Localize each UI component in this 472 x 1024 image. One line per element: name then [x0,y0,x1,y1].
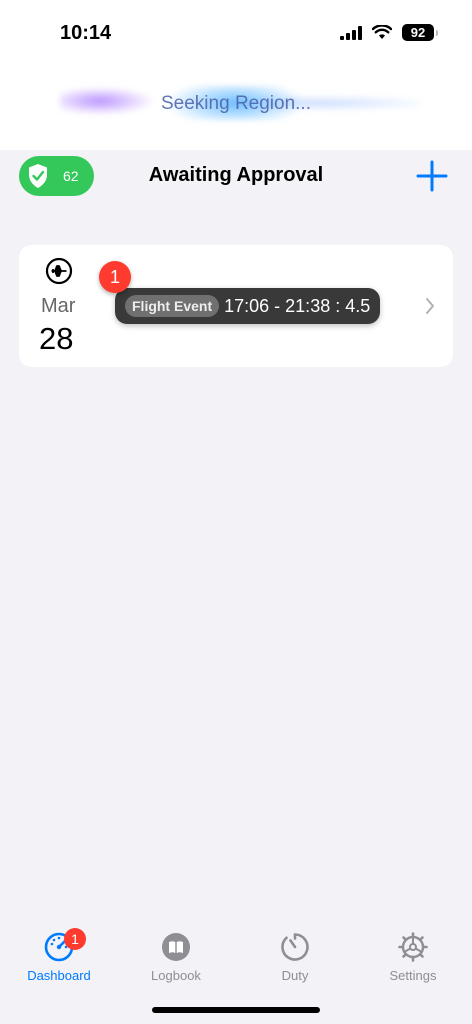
event-month: Mar [41,295,76,317]
top-area: 10:14 92 Seeking Region... [0,0,472,150]
cellular-signal-icon [340,25,362,40]
home-indicator [152,1007,320,1013]
notification-badge: 1 [99,261,131,293]
timer-icon [281,933,309,961]
tab-dashboard[interactable]: 1 Dashboard [4,928,114,983]
event-times: 17:06 - 21:38 : 4.5 [224,295,371,316]
book-icon [162,933,190,961]
chevron-right-icon [426,298,434,314]
tab-duty[interactable]: Duty [240,932,350,983]
event-day: 28 [39,321,74,356]
status-icons: 92 [340,24,438,41]
status-time: 10:14 [60,22,112,44]
wifi-icon [372,25,392,39]
add-button[interactable] [416,160,448,192]
page-title: Awaiting Approval [148,164,324,186]
airplane-icon [45,257,73,285]
tab-logbook[interactable]: Logbook [121,932,231,983]
flight-event-summary[interactable]: Flight Event 17:06 - 21:38 : 4.5 [115,288,380,324]
tab-label-settings: Settings [389,968,437,983]
tab-settings[interactable]: Settings [358,932,468,983]
tab-label-dashboard: Dashboard [27,968,91,983]
tab-label-duty: Duty [281,968,309,983]
battery-indicator: 92 [402,24,438,41]
dashboard-badge: 1 [64,928,86,950]
tab-label-logbook: Logbook [151,968,201,983]
event-tag: Flight Event [125,295,220,317]
seeking-region-text: Seeking Region... [161,93,311,114]
gear-icon [398,932,428,962]
